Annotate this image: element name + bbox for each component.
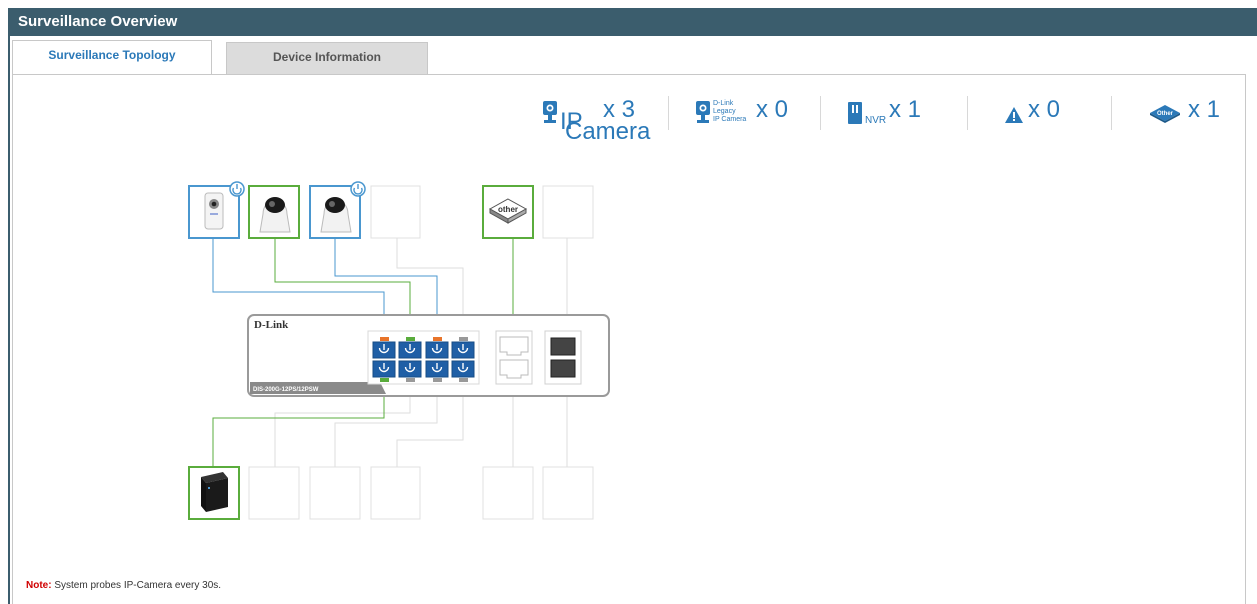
sfp-port[interactable] <box>550 359 576 378</box>
slot-empty[interactable] <box>542 185 594 239</box>
poe-port[interactable] <box>372 360 396 378</box>
port-led-orange <box>380 337 389 341</box>
uplink-rj45-port[interactable] <box>499 359 529 379</box>
port-led-green <box>406 337 415 341</box>
note-text: System probes IP-Camera every 30s. <box>51 580 222 591</box>
uplink-rj45-port[interactable] <box>499 336 529 356</box>
slot-empty[interactable] <box>370 185 421 239</box>
cube-camera-icon <box>204 192 224 230</box>
poe-port[interactable] <box>451 341 475 359</box>
port-led-gray <box>406 378 415 382</box>
port-led-gray <box>459 337 468 341</box>
other-badge-label: other <box>498 205 518 214</box>
switch-device: DIS-200G-12PS/12PSW D-Link <box>247 314 610 397</box>
power-status-icon <box>350 181 366 197</box>
nvr-device-icon <box>201 472 228 512</box>
switch-model-label: DIS-200G-12PS/12PSW <box>253 387 319 393</box>
port-led-gray <box>459 378 468 382</box>
slot-empty[interactable] <box>482 466 534 520</box>
top-device-slots: other <box>188 181 594 239</box>
slot-empty[interactable] <box>370 466 421 520</box>
poe-port[interactable] <box>451 360 475 378</box>
poe-port[interactable] <box>398 360 422 378</box>
slot-empty[interactable] <box>542 466 594 520</box>
sfp-port[interactable] <box>550 337 576 356</box>
switch-brand-logo: D-Link <box>254 319 289 331</box>
slot-empty[interactable] <box>309 466 361 520</box>
slot-empty[interactable] <box>248 466 300 520</box>
topology-diagram: other DIS-200G-12PS/12PSW D-Link <box>188 181 610 520</box>
bottom-device-slots <box>188 466 594 520</box>
poe-port[interactable] <box>425 360 449 378</box>
poe-port[interactable] <box>398 341 422 359</box>
port-led-orange <box>433 337 442 341</box>
poe-port[interactable] <box>372 341 396 359</box>
port-led-green <box>380 378 389 382</box>
poe-port[interactable] <box>425 341 449 359</box>
port-led-gray <box>433 378 442 382</box>
power-status-icon <box>229 181 245 197</box>
probe-note: Note: System probes IP-Camera every 30s. <box>26 580 221 591</box>
note-label: Note: <box>26 580 52 591</box>
